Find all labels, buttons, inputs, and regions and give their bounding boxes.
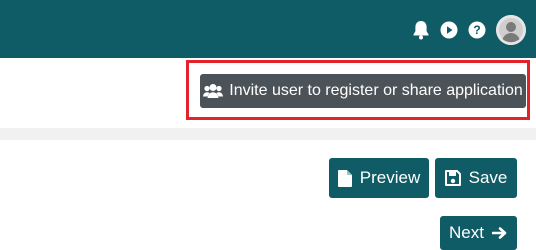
floppy-disk-icon <box>444 170 461 186</box>
invite-user-label: Invite user to register or share applica… <box>229 82 523 99</box>
preview-button[interactable]: Preview <box>329 158 429 198</box>
next-button[interactable]: Next <box>440 216 517 250</box>
bell-icon[interactable] <box>412 20 430 40</box>
help-circle-icon[interactable]: ? <box>468 21 486 39</box>
next-label: Next <box>449 223 484 242</box>
svg-text:?: ? <box>473 23 480 37</box>
users-icon <box>203 83 224 99</box>
document-icon <box>337 169 352 187</box>
top-navigation-bar: ? <box>0 0 536 58</box>
topbar-icon-group: ? <box>412 14 526 46</box>
invite-user-button[interactable]: Invite user to register or share applica… <box>200 74 526 108</box>
preview-label: Preview <box>359 168 421 187</box>
arrow-right-icon <box>491 226 508 240</box>
user-avatar-icon[interactable] <box>496 15 526 45</box>
section-divider <box>0 128 536 140</box>
save-button[interactable]: Save <box>435 158 517 198</box>
save-label: Save <box>468 168 508 187</box>
play-circle-icon[interactable] <box>440 21 458 39</box>
